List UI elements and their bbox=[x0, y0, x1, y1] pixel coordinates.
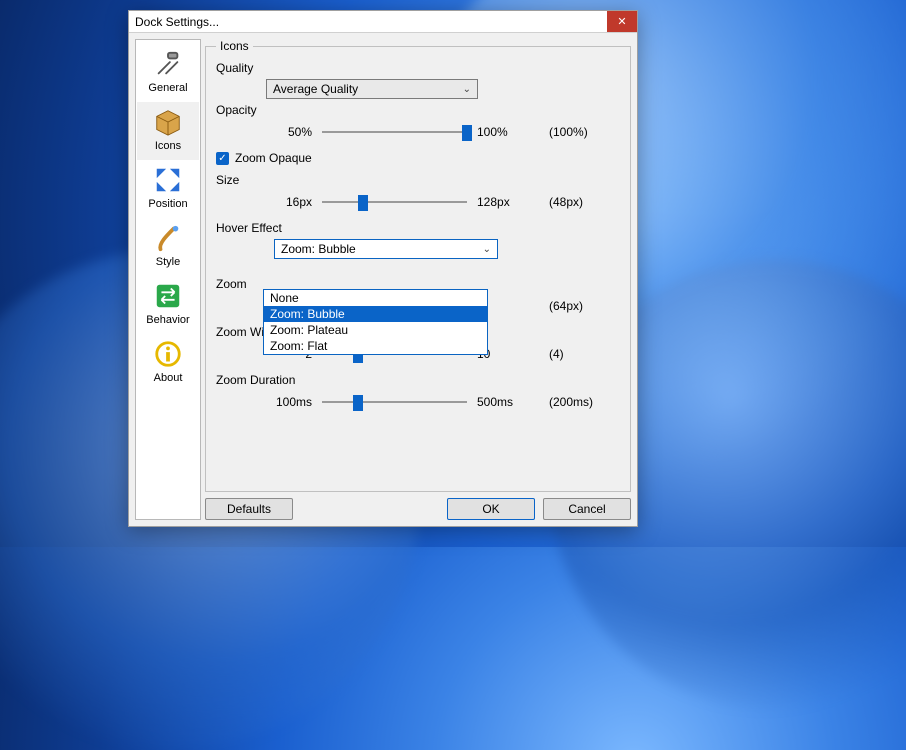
size-max: 128px bbox=[477, 195, 523, 209]
hover-effect-option[interactable]: Zoom: Plateau bbox=[264, 322, 487, 338]
zoom-duration-max: 500ms bbox=[477, 395, 523, 409]
settings-window: Dock Settings... ✕ General Icons bbox=[128, 10, 638, 527]
opacity-min: 50% bbox=[266, 125, 312, 139]
sidebar-item-label: General bbox=[148, 82, 187, 94]
sidebar-item-label: Behavior bbox=[146, 314, 189, 326]
zoom-duration-label: Zoom Duration bbox=[216, 373, 620, 387]
hover-effect-dropdown[interactable]: None Zoom: Bubble Zoom: Plateau Zoom: Fl… bbox=[263, 289, 488, 355]
swap-icon bbox=[152, 280, 184, 312]
zoom-opaque-row: ✓ Zoom Opaque bbox=[216, 151, 620, 165]
chevron-down-icon: ⌄ bbox=[483, 244, 491, 255]
size-slider-row: 16px 128px (48px) bbox=[216, 193, 620, 211]
hover-effect-label: Hover Effect bbox=[216, 221, 620, 235]
zoom-opaque-checkbox[interactable]: ✓ bbox=[216, 152, 229, 165]
sidebar-item-style[interactable]: Style bbox=[137, 218, 199, 276]
close-icon: ✕ bbox=[617, 15, 626, 28]
slider-thumb[interactable] bbox=[358, 195, 368, 211]
sidebar-item-label: About bbox=[154, 372, 183, 384]
hover-effect-option[interactable]: Zoom: Flat bbox=[264, 338, 487, 354]
ok-button[interactable]: OK bbox=[447, 498, 535, 520]
sidebar-item-behavior[interactable]: Behavior bbox=[137, 276, 199, 334]
sidebar-item-position[interactable]: Position bbox=[137, 160, 199, 218]
zoom-duration-slider-row: 100ms 500ms (200ms) bbox=[216, 393, 620, 411]
hover-effect-option[interactable]: None bbox=[264, 290, 487, 306]
category-sidebar: General Icons Position Style bbox=[135, 39, 201, 520]
zoom-duration-min: 100ms bbox=[266, 395, 312, 409]
zoom-width-value: (4) bbox=[533, 347, 593, 361]
group-title: Icons bbox=[216, 39, 253, 53]
main-panel: Icons Quality Average Quality ⌄ Opacity … bbox=[205, 39, 631, 520]
hover-effect-value: Zoom: Bubble bbox=[281, 242, 356, 256]
brush-icon bbox=[152, 222, 184, 254]
title-bar[interactable]: Dock Settings... ✕ bbox=[129, 11, 637, 33]
hover-effect-option[interactable]: Zoom: Bubble bbox=[264, 306, 487, 322]
opacity-max: 100% bbox=[477, 125, 523, 139]
size-slider[interactable] bbox=[322, 193, 467, 211]
sidebar-item-label: Style bbox=[156, 256, 180, 268]
close-button[interactable]: ✕ bbox=[607, 11, 637, 32]
slider-thumb[interactable] bbox=[462, 125, 472, 141]
box-icon bbox=[152, 106, 184, 138]
quality-select[interactable]: Average Quality ⌄ bbox=[266, 79, 478, 99]
zoom-duration-value: (200ms) bbox=[533, 395, 593, 409]
cancel-button[interactable]: Cancel bbox=[543, 498, 631, 520]
opacity-slider[interactable] bbox=[322, 123, 467, 141]
sidebar-item-general[interactable]: General bbox=[137, 44, 199, 102]
arrows-icon bbox=[152, 164, 184, 196]
sidebar-item-label: Icons bbox=[155, 140, 181, 152]
size-value: (48px) bbox=[533, 195, 593, 209]
dialog-buttons: Defaults OK Cancel bbox=[205, 492, 631, 520]
zoom-value: (64px) bbox=[533, 299, 593, 313]
quality-value: Average Quality bbox=[273, 82, 358, 96]
sidebar-item-label: Position bbox=[148, 198, 187, 210]
zoom-duration-slider[interactable] bbox=[322, 393, 467, 411]
window-body: General Icons Position Style bbox=[129, 33, 637, 526]
sidebar-item-icons[interactable]: Icons bbox=[137, 102, 199, 160]
opacity-value: (100%) bbox=[533, 125, 593, 139]
tools-icon bbox=[152, 48, 184, 80]
opacity-label: Opacity bbox=[216, 103, 620, 117]
chevron-down-icon: ⌄ bbox=[463, 84, 471, 95]
quality-label: Quality bbox=[216, 61, 620, 75]
size-label: Size bbox=[216, 173, 620, 187]
zoom-opaque-label: Zoom Opaque bbox=[235, 151, 312, 165]
slider-thumb[interactable] bbox=[353, 395, 363, 411]
sidebar-item-about[interactable]: About bbox=[137, 334, 199, 392]
defaults-button[interactable]: Defaults bbox=[205, 498, 293, 520]
info-icon bbox=[152, 338, 184, 370]
opacity-slider-row: 50% 100% (100%) bbox=[216, 123, 620, 141]
icons-group: Icons Quality Average Quality ⌄ Opacity … bbox=[205, 39, 631, 492]
size-min: 16px bbox=[266, 195, 312, 209]
window-title: Dock Settings... bbox=[135, 15, 219, 29]
hover-effect-select[interactable]: Zoom: Bubble ⌄ bbox=[274, 239, 498, 259]
